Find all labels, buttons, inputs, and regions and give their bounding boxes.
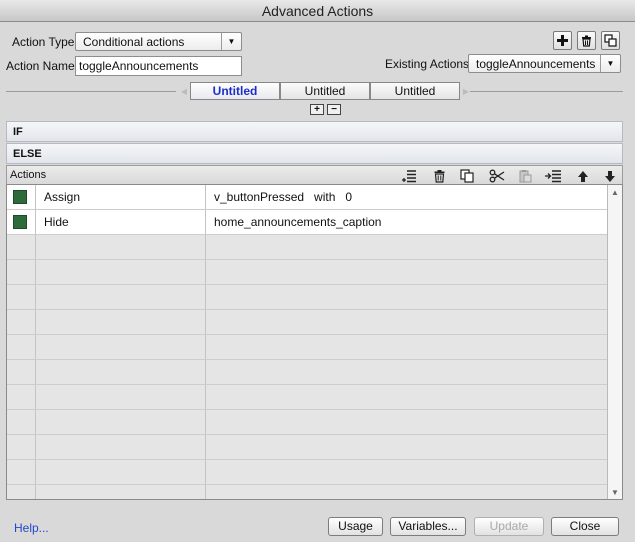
trash-icon[interactable] [430,168,448,184]
empty-row[interactable] [7,360,607,385]
delete-action-button[interactable] [577,31,596,50]
action-swatch [13,215,27,229]
action-type-cell[interactable]: Assign [36,185,206,209]
empty-row[interactable] [7,435,607,460]
divider [470,91,623,92]
action-row-marker [7,185,36,209]
action-type-value: Conditional actions [83,34,185,49]
divider [6,91,176,92]
action-row[interactable]: Assign v_buttonPressed with 0 [7,185,607,210]
action-name-input[interactable]: toggleAnnouncements [75,56,242,76]
tab-scroll-left-icon[interactable]: ◀ [179,85,189,97]
vertical-scrollbar[interactable]: ▲ ▼ [607,185,622,499]
chevron-down-icon: ▼ [600,55,620,72]
insert-after-icon[interactable] [544,168,562,184]
chevron-down-icon: ▼ [221,33,241,50]
empty-row[interactable] [7,460,607,485]
action-target-cell[interactable]: home_announcements_caption [206,210,607,234]
action-type-cell[interactable]: Hide [36,210,206,234]
else-section[interactable]: ELSE [6,143,623,164]
if-section[interactable]: IF [6,121,623,142]
action-row[interactable]: Hide home_announcements_caption [7,210,607,235]
usage-button[interactable]: Usage [328,517,383,536]
empty-row[interactable] [7,285,607,310]
paste-icon[interactable] [516,168,534,184]
empty-row[interactable] [7,410,607,435]
scroll-up-icon[interactable]: ▲ [611,188,619,197]
actions-grid: Assign v_buttonPressed with 0 Hide home_… [6,184,623,500]
tab-condition-1[interactable]: Untitled [190,82,280,100]
action-type-dropdown[interactable]: Conditional actions ▼ [75,32,242,51]
empty-row[interactable] [7,260,607,285]
empty-row[interactable] [7,485,607,499]
duplicate-icon [604,34,617,47]
update-button[interactable]: Update [474,517,544,536]
move-up-icon[interactable] [574,168,592,184]
remove-condition-button[interactable]: − [327,104,341,115]
cut-icon[interactable] [488,168,506,184]
empty-row[interactable] [7,235,607,260]
insert-row-icon[interactable] [400,168,418,184]
action-type-label: Action Type: [12,35,78,49]
empty-row[interactable] [7,310,607,335]
actions-header: Actions [6,165,623,185]
add-action-button[interactable] [553,31,572,50]
add-icon [557,35,568,46]
action-name-label: Action Name: [6,59,79,73]
action-swatch [13,190,27,204]
window-title: Advanced Actions [0,0,635,22]
copy-icon[interactable] [458,168,476,184]
variables-button[interactable]: Variables... [390,517,466,536]
existing-actions-value: toggleAnnouncements [476,56,596,71]
actions-header-label: Actions [10,169,47,181]
close-button[interactable]: Close [551,517,619,536]
existing-actions-dropdown[interactable]: toggleAnnouncements ▼ [468,54,621,73]
add-condition-button[interactable]: + [310,104,324,115]
move-down-icon[interactable] [601,168,619,184]
duplicate-action-button[interactable] [601,31,620,50]
scroll-down-icon[interactable]: ▼ [611,488,619,497]
tab-condition-2[interactable]: Untitled [280,82,370,100]
action-target-cell[interactable]: v_buttonPressed with 0 [206,185,607,209]
tab-condition-3[interactable]: Untitled [370,82,460,100]
trash-icon [582,35,591,47]
empty-row[interactable] [7,385,607,410]
existing-actions-label: Existing Actions: [385,57,473,71]
help-link[interactable]: Help... [14,521,49,535]
empty-row[interactable] [7,335,607,360]
action-row-marker [7,210,36,234]
tab-scroll-right-icon[interactable]: ▶ [461,85,471,97]
